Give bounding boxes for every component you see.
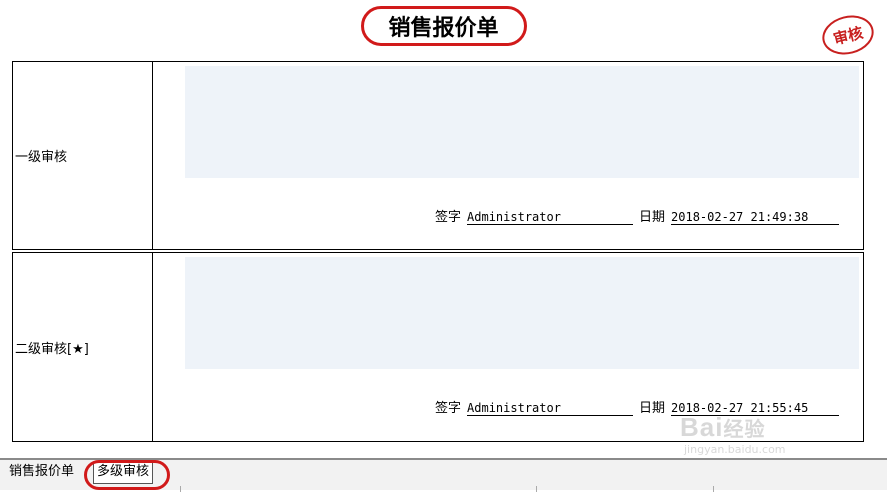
status-divider <box>713 486 714 492</box>
tab-multi-level-audit[interactable]: 多级审核 <box>93 462 154 484</box>
signature-row: 签字 Administrator 日期 2018-02-27 21:55:45 <box>435 397 840 416</box>
signature-label: 签字 <box>435 401 462 416</box>
date-label: 日期 <box>639 210 666 225</box>
title-highlight-ring <box>361 6 527 46</box>
signer-value: Administrator <box>467 210 634 225</box>
sheet-tab-bar: 销售报价单 多级审核 <box>0 458 887 492</box>
audit-level-label: 一级审核 <box>13 62 153 249</box>
watermark-url: jingyan.baidu.com <box>684 443 786 456</box>
audit-level-label: 二级审核[★] <box>13 253 153 441</box>
audit-level-1-panel: 一级审核 签字 Administrator 日期 2018-02-27 21:4… <box>12 61 864 250</box>
signature-label: 签字 <box>435 210 462 225</box>
audit-comment-area[interactable] <box>185 66 859 178</box>
audit-level-2-panel: 二级审核[★] 签字 Administrator 日期 2018-02-27 2… <box>12 252 864 442</box>
audit-comment-area[interactable] <box>185 257 859 369</box>
status-divider <box>180 486 181 492</box>
signer-value: Administrator <box>467 401 634 416</box>
tab-sales-quote[interactable]: 销售报价单 <box>6 462 77 482</box>
date-value: 2018-02-27 21:49:38 <box>671 210 840 225</box>
date-value: 2018-02-27 21:55:45 <box>671 401 840 416</box>
date-label: 日期 <box>639 401 666 416</box>
signature-row: 签字 Administrator 日期 2018-02-27 21:49:38 <box>435 206 840 225</box>
status-divider <box>536 486 537 492</box>
